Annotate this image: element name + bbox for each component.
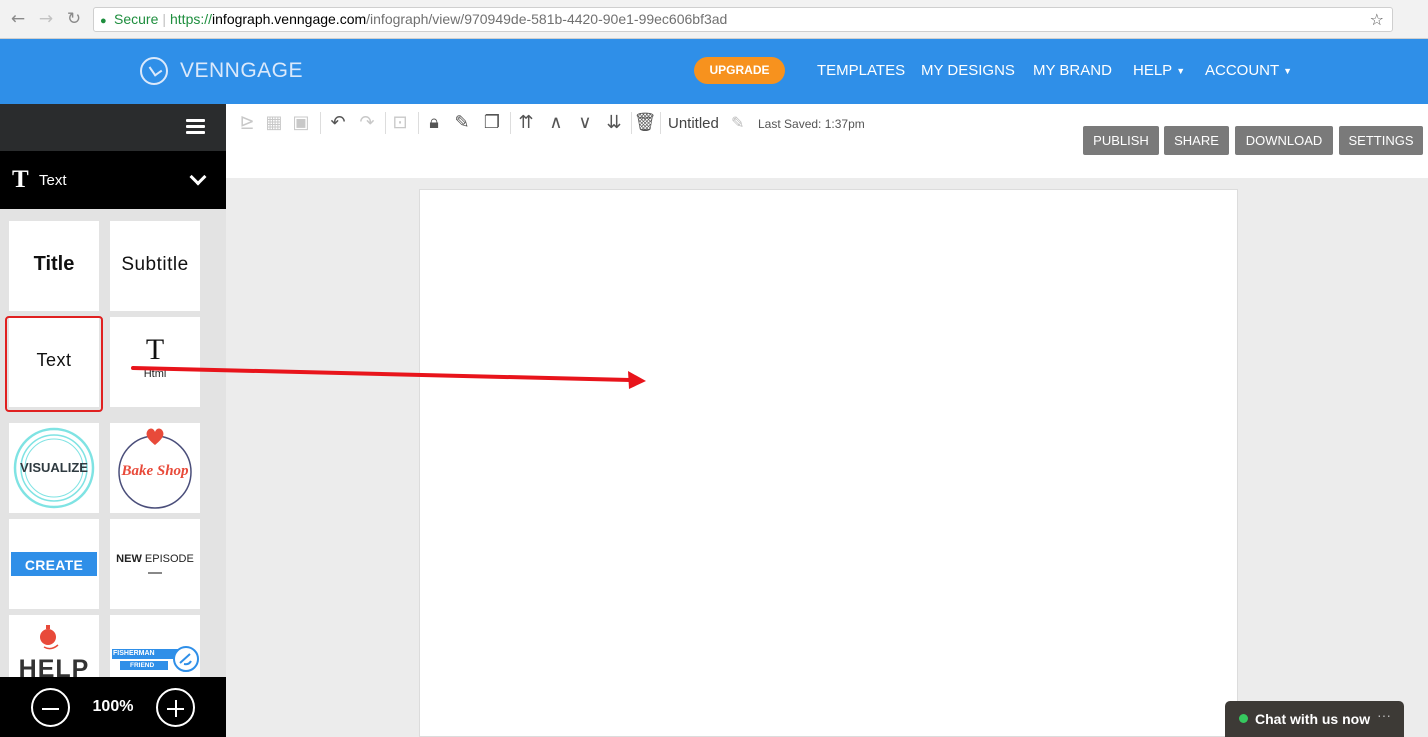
lock-icon[interactable]: 🔒︎ [422,111,446,135]
nav-help-label: HELP [1133,62,1173,79]
minus-icon [42,707,59,710]
tile-bake-shop-label: Bake Shop [121,463,189,479]
back-icon[interactable]: ← [8,9,28,29]
nav-my-designs[interactable]: MY DESIGNS [921,62,1015,79]
tile-new-episode[interactable]: NEW EPISODE [110,519,200,609]
nav-help[interactable]: HELP ▼ [1133,62,1185,79]
section-label: Text [39,172,67,189]
tile-fisherman-friend[interactable]: FISHERMAN FRIEND [110,615,200,677]
nav-templates[interactable]: TEMPLATES [817,62,905,79]
publish-button[interactable]: PUBLISH [1083,126,1159,155]
chevron-down-icon: ▼ [1283,66,1293,77]
document-title[interactable]: Untitled [668,115,719,132]
tile-html[interactable]: T Html [110,317,200,407]
send-backward-icon[interactable]: ∨ [573,111,597,135]
url-host: infograph.venngage.com [212,11,367,27]
zoom-controls: 100% [0,677,226,737]
nav-account-label: ACCOUNT [1205,62,1280,79]
share-button[interactable]: SHARE [1164,126,1229,155]
nav-my-brand[interactable]: MY BRAND [1033,62,1112,79]
chat-label: Chat with us now [1255,711,1371,727]
url-scheme: https:// [170,11,213,27]
url-path: /infograph/view/970949de-581b-4420-90e1-… [366,11,728,27]
friend-label: FRIEND [130,662,155,669]
online-status-dot [1239,714,1248,723]
tile-title-label: Title [33,253,75,275]
transparency-icon[interactable]: ▦ [262,111,286,135]
image-icon[interactable]: ▣ [289,111,313,135]
settings-button[interactable]: SETTINGS [1339,126,1423,155]
zoom-in-button[interactable] [156,688,195,727]
tile-bake-shop[interactable]: Bake Shop [110,423,200,513]
nav-account[interactable]: ACCOUNT ▼ [1205,62,1292,79]
send-to-back-icon[interactable]: ⇊ [602,111,626,135]
last-saved-status: Last Saved: 1:37pm [758,117,865,131]
zoom-level: 100% [92,698,134,715]
browser-toolbar: ← → ↻ ● Secure | https://infograph.venngage… [0,0,1428,39]
sidebar: T Text Title Subtitle Text T Html VISUAL… [0,104,226,737]
tile-create-label: CREATE [24,557,84,573]
selection-highlight [5,316,103,412]
format-painter-icon[interactable]: ⊵ [235,111,259,135]
more-options-icon[interactable]: ··· [1377,707,1391,723]
html-t-icon: T [145,333,165,366]
tile-visualize-label: VISUALIZE [20,460,88,475]
venngage-logo[interactable]: VENNGAGE [140,56,303,86]
text-section-header[interactable]: T Text [0,151,226,209]
chevron-down-icon[interactable] [189,168,207,186]
undo-icon[interactable]: ↶ [326,111,350,135]
upgrade-button[interactable]: UPGRADE [694,57,785,84]
logo-text: VENNGAGE [180,59,304,82]
tile-title[interactable]: Title [9,221,99,311]
trash-icon[interactable]: 🗑︎ [633,111,657,135]
reload-icon[interactable]: ↻ [64,9,84,29]
logo-icon [140,57,168,85]
fishing-hook-icon [173,646,199,672]
tile-html-label: Html [143,368,167,380]
fisherman-label: FISHERMAN [113,650,155,657]
secure-label: Secure [114,11,159,27]
tile-visualize[interactable]: VISUALIZE [9,423,99,513]
edit-icon[interactable]: ✎ [450,111,474,135]
lock-icon: ● [100,15,107,27]
tile-create[interactable]: CREATE [9,519,99,609]
duplicate-icon[interactable]: ❐ [480,111,504,135]
text-icon: T [12,166,29,193]
tile-new-episode-label: NEW EPISODE [116,553,194,565]
sidebar-top-bar [0,104,226,151]
bring-to-front-icon[interactable]: ⇈ [514,111,538,135]
download-button[interactable]: DOWNLOAD [1235,126,1333,155]
chevron-down-icon: ▼ [1176,66,1186,77]
design-canvas[interactable] [419,189,1238,737]
forward-icon[interactable]: → [36,9,56,29]
bring-forward-icon[interactable]: ∧ [544,111,568,135]
edit-title-icon[interactable]: ✎ [731,113,744,132]
chat-widget[interactable]: Chat with us now ··· [1225,701,1404,737]
group-icon[interactable]: ⊡ [388,111,412,135]
bookmark-star-icon[interactable]: ☆ [1370,8,1384,31]
tile-help-label: HELP [18,655,90,677]
redo-icon[interactable]: ↷ [355,111,379,135]
hamburger-menu-icon[interactable] [186,119,205,135]
tile-subtitle[interactable]: Subtitle [110,221,200,311]
tile-help[interactable]: HELP [9,615,99,677]
app-header: VENNGAGE UPGRADE TEMPLATES MY DESIGNS MY… [0,39,1428,104]
address-bar[interactable]: ● Secure | https://infograph.venngage.com/i… [93,7,1393,32]
editor-toolbar: ⊵ ▦ ▣ ↶ ↷ ⊡ 🔒︎ ✎ ❐ ⇈ ∧ ∨ ⇊ 🗑︎ Untitled ✎… [226,104,1428,178]
tile-subtitle-label: Subtitle [121,254,189,275]
zoom-out-button[interactable] [31,688,70,727]
